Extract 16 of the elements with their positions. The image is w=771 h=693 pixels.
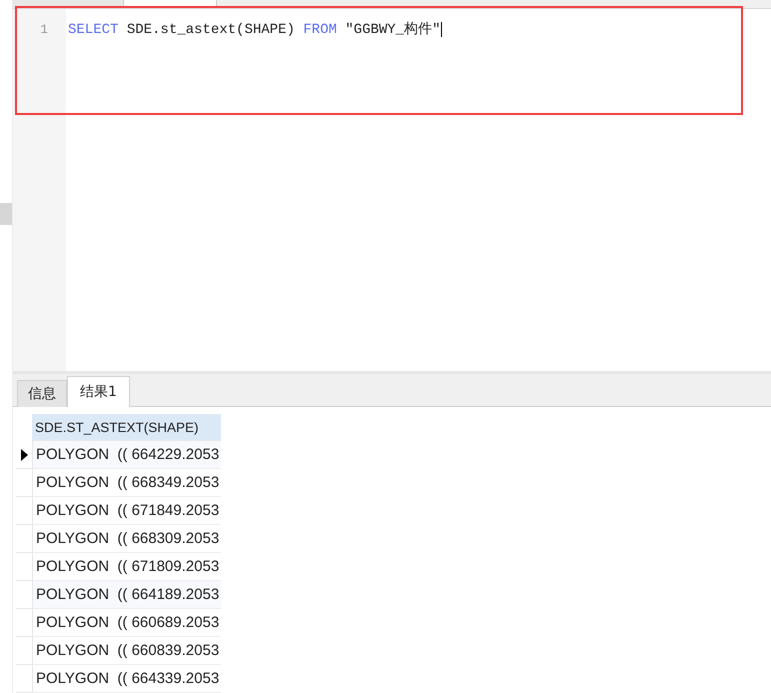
result-tab[interactable]: 信息 [17, 380, 67, 407]
table-cell: POLYGON (( 664339.2053 [36, 670, 220, 687]
column-header[interactable]: SDE.ST_ASTEXT(SHAPE) [32, 414, 221, 441]
table-cell: POLYGON (( 668309.2053 [36, 530, 220, 547]
code-line: SELECT SDE.st_astext(SHAPE) FROM "GGBWY_构件" [68, 20, 440, 38]
table-cell: POLYGON (( 664229.2053 [36, 446, 220, 463]
table-cell: POLYGON (( 668349.2053 [36, 474, 220, 491]
table-cell: POLYGON (( 671849.2053 [36, 502, 220, 519]
table-cell: POLYGON (( 664189.2053 [36, 586, 220, 603]
table-cell: POLYGON (( 671809.2053 [36, 558, 220, 575]
result-tab[interactable]: 结果1 [67, 376, 130, 407]
table-cell: POLYGON (( 660689.2053 [36, 614, 220, 631]
table-cell: POLYGON (( 660839.2053 [36, 642, 220, 659]
scrollbar-thumb[interactable] [0, 203, 12, 225]
text-cursor [440, 22, 442, 36]
line-number: 1 [40, 22, 48, 36]
